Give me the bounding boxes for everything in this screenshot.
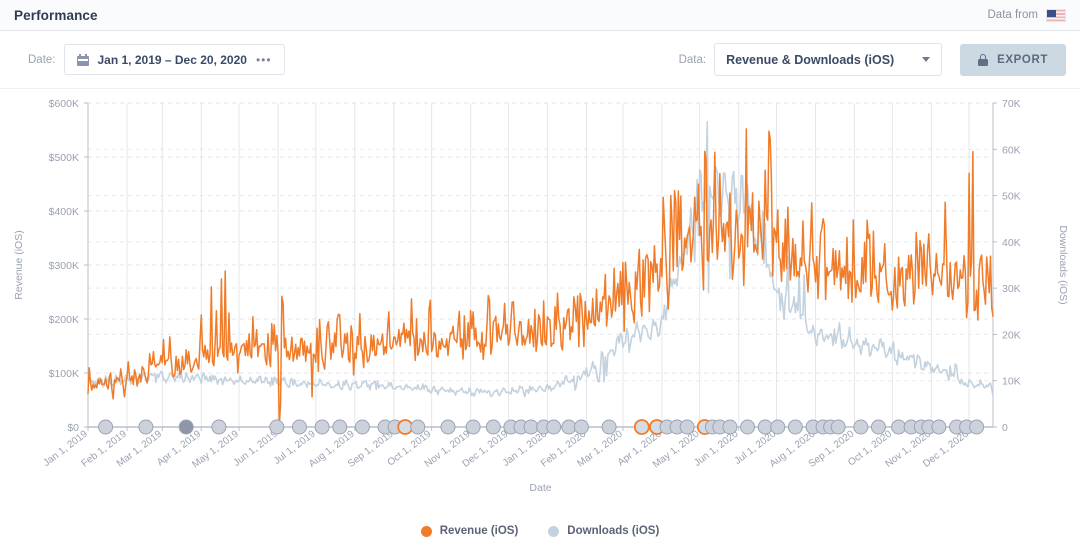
svg-text:Downloads (iOS): Downloads (iOS) — [1057, 225, 1069, 304]
legend-item-downloads[interactable]: Downloads (iOS) — [548, 525, 659, 537]
page-title: Performance — [14, 8, 98, 23]
date-range-value: Jan 1, 2019 – Dec 20, 2020 — [98, 53, 247, 67]
legend-item-revenue[interactable]: Revenue (iOS) — [421, 525, 519, 537]
svg-text:$300K: $300K — [49, 260, 79, 272]
svg-text:30K: 30K — [1002, 283, 1021, 295]
legend-label-downloads: Downloads (iOS) — [567, 525, 659, 537]
data-filter-label: Data: — [679, 54, 707, 66]
legend-color-swatch-downloads — [548, 526, 559, 537]
svg-text:$500K: $500K — [49, 152, 79, 164]
svg-text:$200K: $200K — [49, 314, 79, 326]
svg-text:Jun 1, 2019: Jun 1, 2019 — [232, 428, 281, 469]
chevron-down-icon — [922, 57, 930, 62]
svg-text:Revenue (iOS): Revenue (iOS) — [13, 230, 25, 299]
legend-color-swatch-revenue — [421, 526, 432, 537]
legend-label-revenue: Revenue (iOS) — [440, 525, 519, 537]
svg-text:50K: 50K — [1002, 191, 1021, 203]
date-range-picker[interactable]: Jan 1, 2019 – Dec 20, 2020 ••• — [64, 44, 285, 75]
svg-text:20K: 20K — [1002, 329, 1021, 341]
lock-icon — [978, 54, 988, 66]
calendar-icon — [77, 54, 89, 66]
svg-text:Jun 1, 2020: Jun 1, 2020 — [692, 428, 741, 469]
performance-page: Performance Data from Date: Jan 1, 2019 … — [0, 0, 1080, 545]
title-bar: Performance Data from — [0, 0, 1080, 31]
date-filter-label: Date: — [28, 54, 56, 66]
chart-legend: Revenue (iOS) Downloads (iOS) — [0, 525, 1080, 537]
svg-text:$400K: $400K — [49, 206, 79, 218]
filters-toolbar: Date: Jan 1, 2019 – Dec 20, 2020 ••• Dat… — [0, 31, 1080, 89]
svg-text:$100K: $100K — [49, 368, 79, 380]
svg-text:$600K: $600K — [49, 98, 79, 110]
data-metric-value: Revenue & Downloads (iOS) — [726, 53, 894, 67]
svg-text:0: 0 — [1002, 422, 1008, 434]
us-flag-icon[interactable] — [1046, 9, 1066, 22]
svg-text:60K: 60K — [1002, 144, 1021, 156]
ellipsis-icon[interactable]: ••• — [256, 54, 272, 66]
data-metric-dropdown[interactable]: Revenue & Downloads (iOS) — [714, 43, 942, 76]
data-from-label: Data from — [988, 9, 1039, 21]
svg-text:10K: 10K — [1002, 376, 1021, 388]
performance-chart: $0$100K$200K$300K$400K$500K$600K010K20K3… — [0, 89, 1080, 545]
data-from-region: Data from — [988, 9, 1067, 22]
toolbar-right-group: Data: Revenue & Downloads (iOS) EXPORT — [679, 43, 1080, 76]
export-button-label: EXPORT — [997, 54, 1048, 66]
svg-text:40K: 40K — [1002, 237, 1021, 249]
svg-text:70K: 70K — [1002, 98, 1021, 110]
svg-text:Date: Date — [529, 482, 551, 494]
export-button[interactable]: EXPORT — [960, 44, 1066, 76]
chart-canvas[interactable]: $0$100K$200K$300K$400K$500K$600K010K20K3… — [0, 89, 1080, 499]
